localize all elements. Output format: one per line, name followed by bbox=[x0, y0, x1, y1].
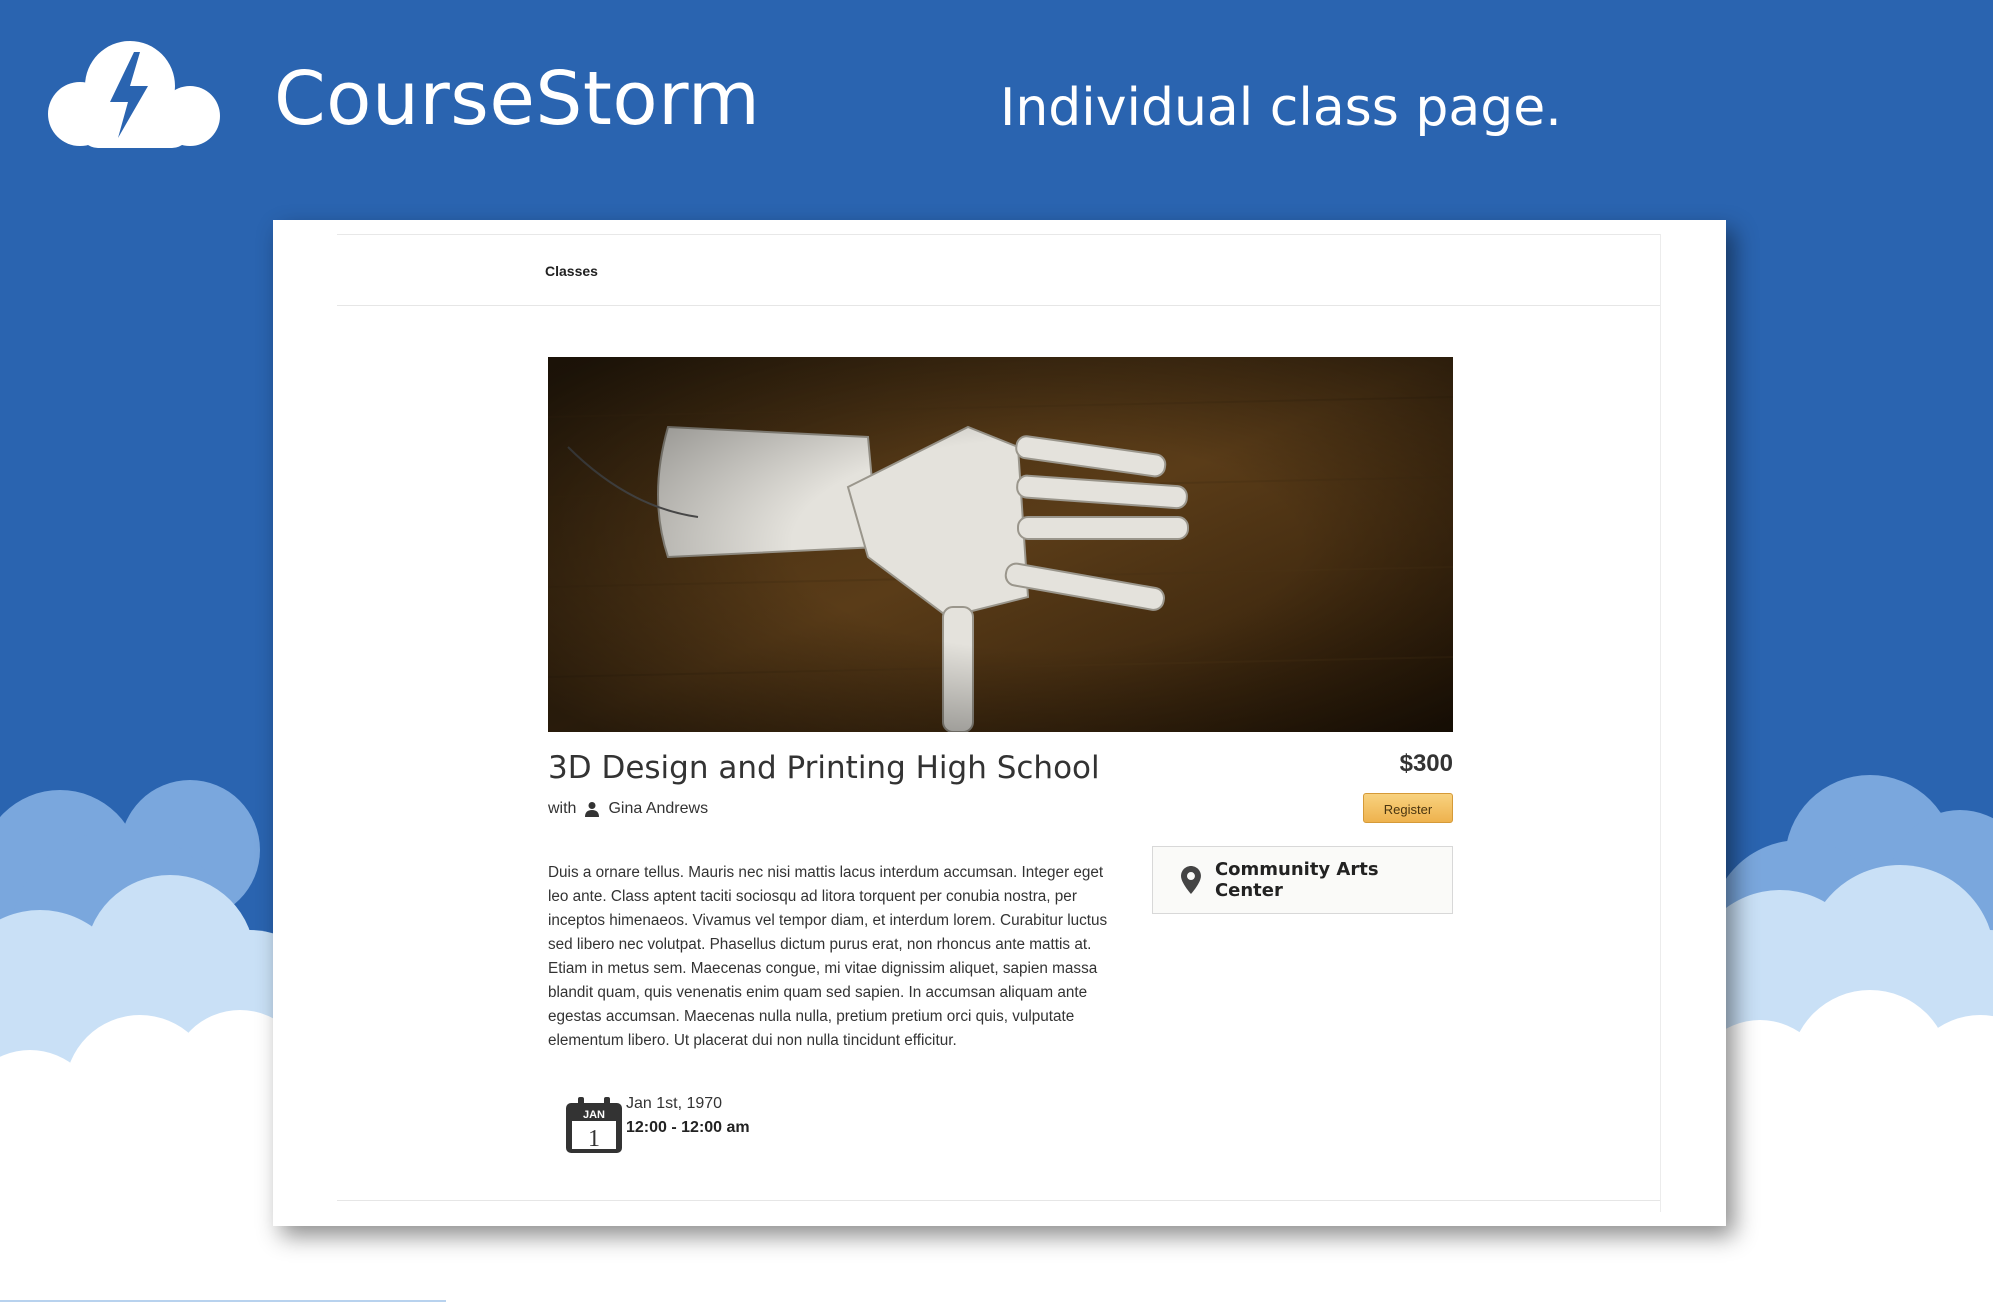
bottom-strip bbox=[0, 1300, 446, 1302]
frame-top-border bbox=[337, 234, 1660, 235]
person-icon bbox=[585, 802, 600, 817]
instructor-name-link[interactable]: Gina Andrews bbox=[608, 800, 708, 818]
session-time: 12:00 - 12:00 am bbox=[626, 1119, 750, 1136]
course-title: 3D Design and Printing High School bbox=[548, 750, 1100, 786]
location-name: Community Arts Center bbox=[1214, 859, 1379, 901]
instructor-row: with Gina Andrews bbox=[548, 800, 708, 818]
screenshot-card: Classes 3D Design and Printing High Scho… bbox=[273, 220, 1726, 1226]
frame-bottom-border bbox=[337, 1200, 1660, 1201]
course-price: $300 bbox=[1399, 750, 1453, 777]
storm-cloud-logo-icon bbox=[48, 41, 220, 148]
with-label: with bbox=[548, 800, 577, 817]
course-hero-image bbox=[548, 357, 1453, 732]
register-button[interactable]: Register bbox=[1363, 793, 1453, 823]
map-pin-icon bbox=[1181, 866, 1201, 894]
location-box[interactable]: Community Arts Center bbox=[1152, 846, 1453, 914]
page-tagline: Individual class page. bbox=[1000, 78, 1562, 138]
calendar-icon: JAN 1 bbox=[566, 1097, 622, 1153]
frame-right-border bbox=[1660, 234, 1661, 1212]
calendar-day: 1 bbox=[588, 1126, 600, 1152]
course-description: Duis a ornare tellus. Mauris nec nisi ma… bbox=[548, 864, 1108, 1050]
session-date: Jan 1st, 1970 bbox=[626, 1095, 723, 1112]
calendar-month: JAN bbox=[583, 1109, 605, 1121]
nav-classes-link[interactable]: Classes bbox=[545, 263, 598, 279]
brand-name: CourseStorm bbox=[274, 56, 761, 142]
nav-divider bbox=[337, 305, 1660, 306]
